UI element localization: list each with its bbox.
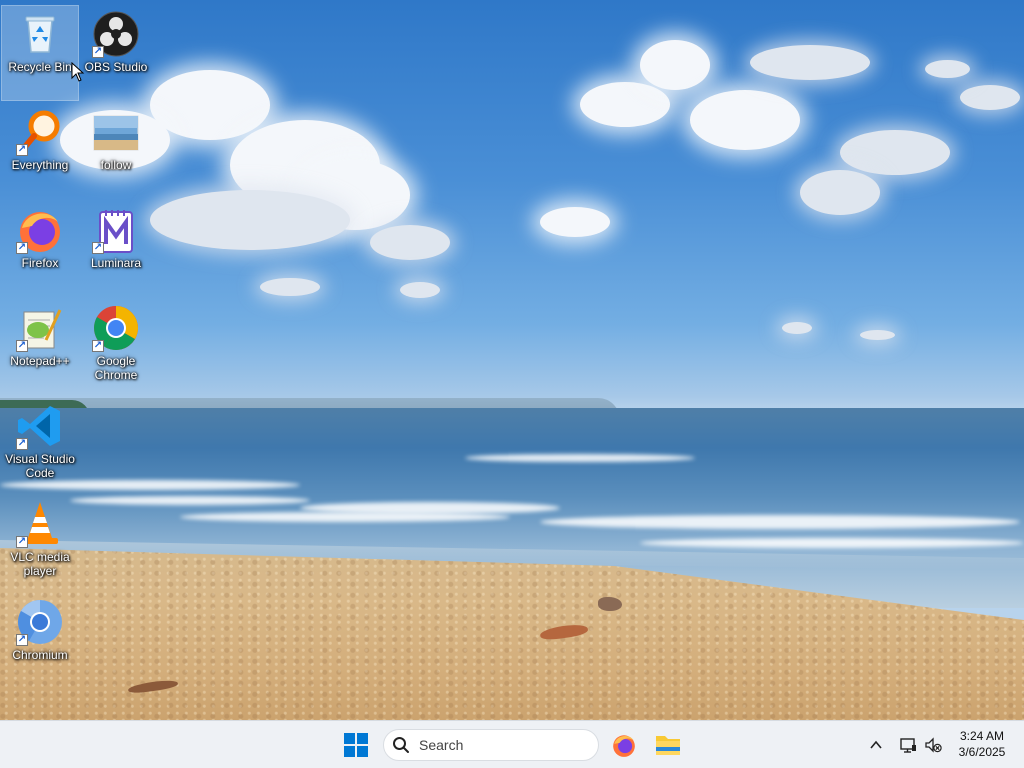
volume-muted-icon (925, 737, 942, 753)
desktop-icon-label: OBS Studio (84, 60, 148, 74)
desktop-icon-label: Notepad++ (10, 354, 70, 368)
desktop-icon-recycle-bin[interactable]: Recycle Bin (1, 5, 79, 101)
desktop-icon-label: Visual Studio Code (5, 452, 75, 480)
obs-studio-icon: ↗ (92, 10, 140, 58)
shortcut-arrow-icon: ↗ (16, 242, 28, 254)
tray-overflow-button[interactable] (864, 733, 888, 757)
desktop-icon-notepad-plus-plus[interactable]: ↗ Notepad++ (2, 300, 78, 394)
clock-date: 3/6/2025 (958, 745, 1006, 759)
firefox-icon: ↗ (16, 206, 64, 254)
clock-time: 3:24 AM (959, 729, 1005, 743)
desktop-icon-label: Everything (11, 158, 69, 172)
chevron-up-icon (870, 740, 882, 749)
desktop-icon-vscode[interactable]: ↗ Visual Studio Code (2, 398, 78, 492)
desktop-icon-luminara[interactable]: ↗ Luminara (78, 202, 154, 296)
chromium-icon: ↗ (16, 598, 64, 646)
search-placeholder: Search (419, 737, 464, 753)
shortcut-arrow-icon: ↗ (16, 438, 28, 450)
vlc-icon: ↗ (16, 500, 64, 548)
shortcut-arrow-icon: ↗ (92, 242, 104, 254)
shortcut-arrow-icon: ↗ (16, 340, 28, 352)
desktop-icon-google-chrome[interactable]: ↗ Google Chrome (78, 300, 154, 386)
shortcut-arrow-icon: ↗ (92, 340, 104, 352)
desktop-icon-chromium[interactable]: ↗ Chromium (2, 594, 78, 688)
desktop-icon-follow[interactable]: follow (78, 104, 154, 198)
desktop-icon-obs-studio[interactable]: ↗ OBS Studio (78, 6, 154, 100)
desktop-icon-everything[interactable]: ↗ Everything (2, 104, 78, 198)
desktop-icon-label: Luminara (90, 256, 142, 270)
taskbar-clock[interactable]: 3:24 AM 3/6/2025 (950, 728, 1014, 760)
desktop-icon-label: Chromium (12, 648, 68, 662)
shortcut-arrow-icon: ↗ (16, 634, 28, 646)
google-chrome-icon: ↗ (92, 304, 140, 352)
desktop-icon-firefox[interactable]: ↗ Firefox (2, 202, 78, 296)
luminara-icon: ↗ (92, 206, 140, 254)
desktop-icon-label: Google Chrome (94, 354, 138, 382)
vscode-icon: ↗ (16, 402, 64, 450)
shortcut-arrow-icon: ↗ (16, 144, 28, 156)
notepad-plus-plus-icon: ↗ (16, 304, 64, 352)
taskbar-search-box[interactable]: Search (383, 729, 599, 761)
tray-volume-button[interactable] (921, 733, 945, 757)
everything-search-icon: ↗ (16, 108, 64, 156)
desktop-icon-label: VLC media player (10, 550, 70, 578)
desktop-icon-label: Recycle Bin (8, 60, 72, 74)
search-icon (393, 737, 409, 753)
tray-network-button[interactable] (896, 733, 920, 757)
image-file-icon (92, 108, 140, 156)
taskbar-app-file-explorer[interactable] (652, 729, 684, 761)
windows-logo-icon (344, 733, 368, 757)
taskbar: Search 3:24 AM 3/6/2025 (0, 720, 1024, 768)
recycle-bin-icon (16, 10, 64, 58)
desktop-icon-label: follow (100, 158, 132, 172)
mouse-cursor-icon (71, 62, 85, 82)
shortcut-arrow-icon: ↗ (92, 46, 104, 58)
taskbar-app-firefox[interactable] (608, 729, 640, 761)
start-button[interactable] (340, 729, 372, 761)
shortcut-arrow-icon: ↗ (16, 536, 28, 548)
firefox-icon (613, 735, 635, 757)
desktop-icon-vlc[interactable]: ↗ VLC media player (2, 496, 78, 590)
folder-icon (656, 736, 680, 755)
network-icon (900, 738, 916, 753)
desktop-icon-label: Firefox (21, 256, 59, 270)
